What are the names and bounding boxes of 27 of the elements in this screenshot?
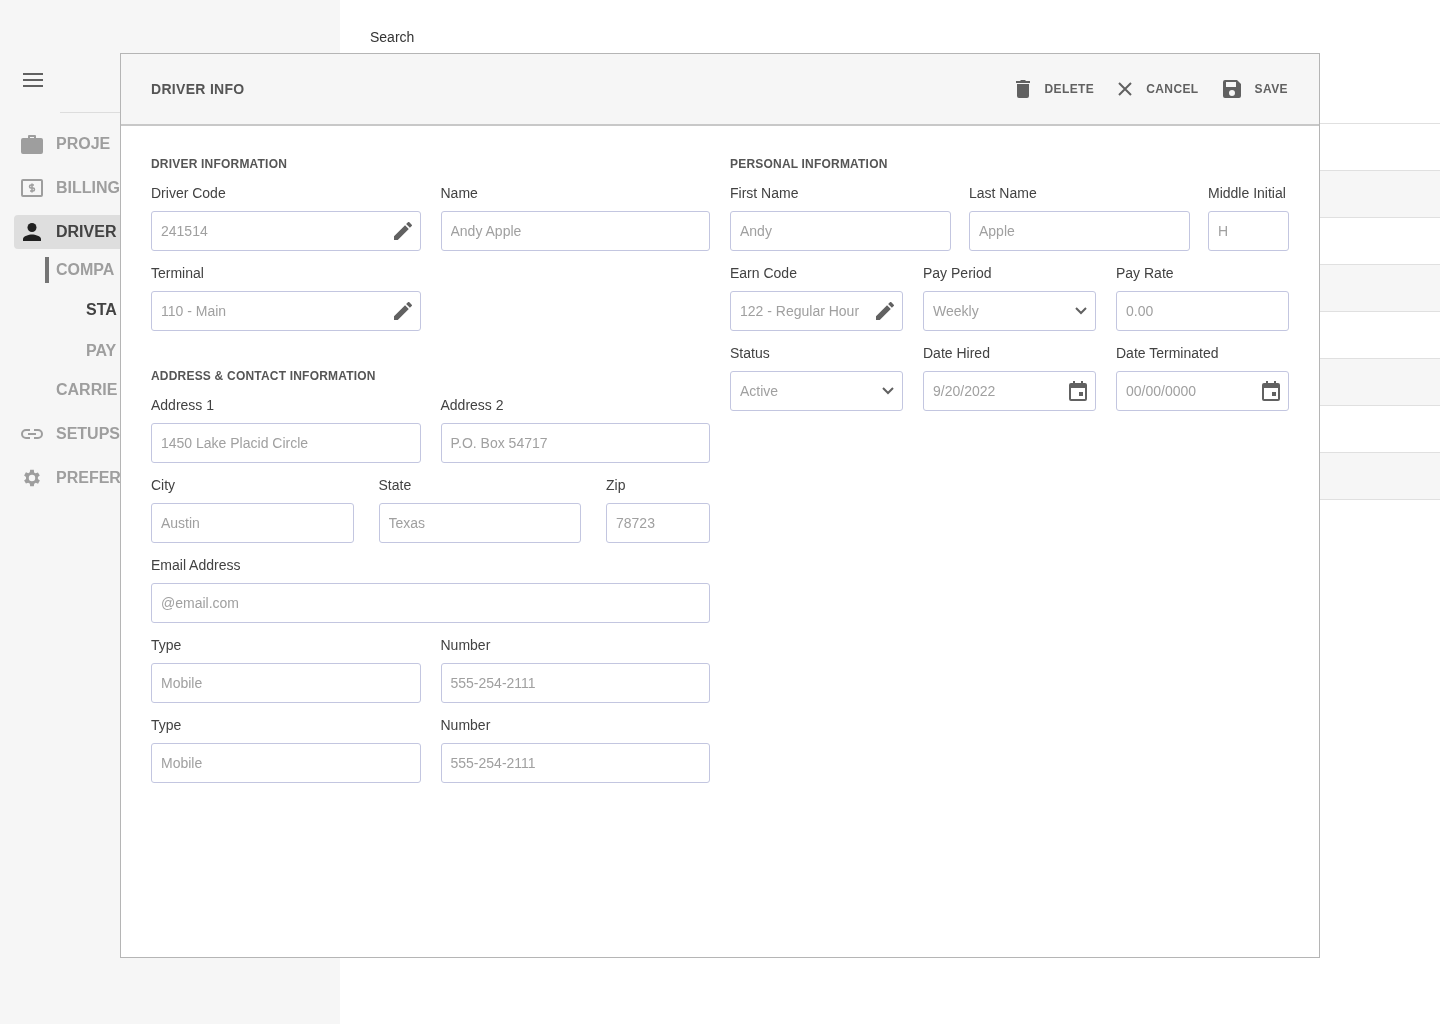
field-label: Number (440, 637, 492, 653)
field-label: Number (440, 717, 492, 733)
field-label: Address 1 (151, 397, 216, 413)
field-label: Last Name (969, 185, 1038, 201)
field-label: Middle Initial (1208, 185, 1287, 201)
field-label: Status (730, 345, 771, 361)
field-label: City (151, 477, 177, 493)
section-title: DRIVER INFORMATION (151, 157, 289, 171)
dialog-title: DRIVER INFO (151, 81, 245, 97)
field-label: State (378, 477, 413, 493)
field-label: Email Address (151, 557, 242, 573)
section-title: ADDRESS & CONTACT INFORMATION (151, 369, 377, 383)
field-label: Type (151, 637, 183, 653)
field-label: First Name (730, 185, 800, 201)
field-label: Type (151, 717, 183, 733)
field-label: Terminal (151, 265, 205, 281)
section-title: PERSONAL INFORMATION (730, 157, 889, 171)
field-label: Date Hired (923, 345, 991, 361)
field-label: Pay Rate (1116, 265, 1175, 281)
search-label: Search (370, 29, 416, 45)
field-label: Pay Period (923, 265, 993, 281)
field-label: Address 2 (440, 397, 505, 413)
field-label: Driver Code (151, 185, 227, 201)
field-label: Earn Code (730, 265, 798, 281)
field-label: Date Terminated (1116, 345, 1220, 361)
field-label: Name (440, 185, 479, 201)
field-label: Zip (606, 477, 627, 493)
